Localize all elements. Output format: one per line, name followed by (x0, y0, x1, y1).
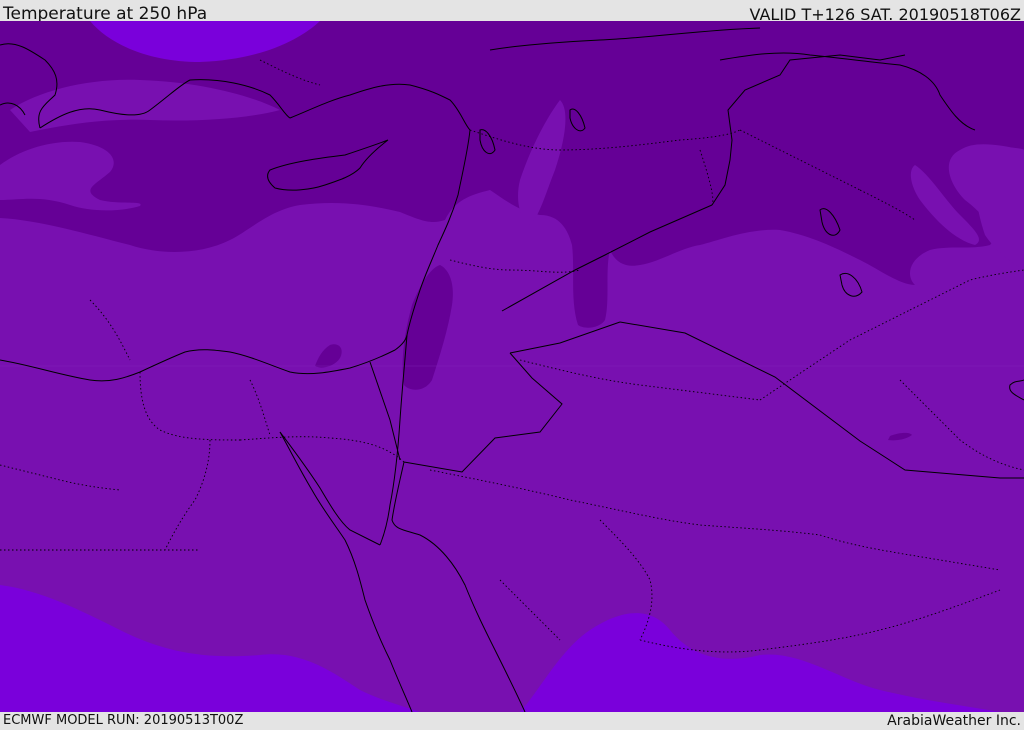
map-canvas (0, 21, 1024, 712)
temperature-map[interactable] (0, 21, 1024, 712)
header-bar: Temperature at 250 hPa VALID T+126 SAT. … (0, 0, 1024, 24)
credit-label: ArabiaWeather Inc. (887, 713, 1021, 729)
model-run-label: ECMWF MODEL RUN: 20190513T00Z (3, 713, 244, 728)
footer-bar: ECMWF MODEL RUN: 20190513T00Z ArabiaWeat… (0, 712, 1024, 729)
